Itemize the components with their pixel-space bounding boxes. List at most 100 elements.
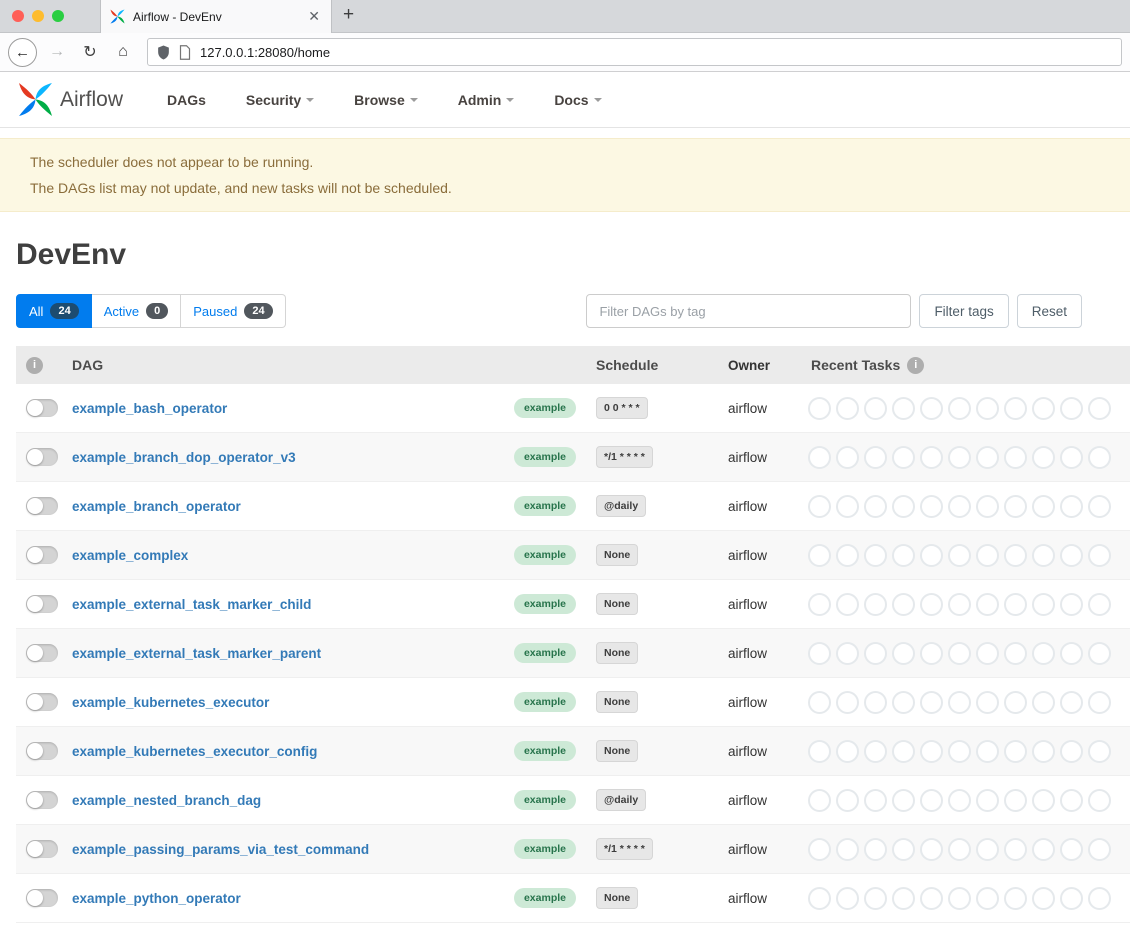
- task-state-circle[interactable]: [1088, 642, 1111, 665]
- task-state-circle[interactable]: [864, 691, 887, 714]
- filter-dags-by-tag-input[interactable]: [586, 294, 911, 328]
- task-state-circle[interactable]: [864, 544, 887, 567]
- dag-pause-toggle[interactable]: [26, 644, 58, 662]
- dag-link[interactable]: example_external_task_marker_child: [72, 597, 311, 612]
- task-state-circle[interactable]: [892, 789, 915, 812]
- task-state-circle[interactable]: [1032, 789, 1055, 812]
- task-state-circle[interactable]: [836, 838, 859, 861]
- task-state-circle[interactable]: [1088, 838, 1111, 861]
- task-state-circle[interactable]: [808, 593, 831, 616]
- task-state-circle[interactable]: [892, 838, 915, 861]
- dag-pause-toggle[interactable]: [26, 889, 58, 907]
- task-state-circle[interactable]: [836, 789, 859, 812]
- task-state-circle[interactable]: [864, 642, 887, 665]
- window-close-button[interactable]: [12, 10, 24, 22]
- task-state-circle[interactable]: [892, 691, 915, 714]
- task-state-circle[interactable]: [836, 446, 859, 469]
- task-state-circle[interactable]: [948, 446, 971, 469]
- dag-pause-toggle[interactable]: [26, 693, 58, 711]
- task-state-circle[interactable]: [1088, 446, 1111, 469]
- task-state-circle[interactable]: [1004, 642, 1027, 665]
- dag-pause-toggle[interactable]: [26, 399, 58, 417]
- task-state-circle[interactable]: [920, 887, 943, 910]
- task-state-circle[interactable]: [808, 495, 831, 518]
- filter-tab-all[interactable]: All 24: [16, 294, 92, 328]
- task-state-circle[interactable]: [920, 642, 943, 665]
- task-state-circle[interactable]: [948, 838, 971, 861]
- task-state-circle[interactable]: [976, 642, 999, 665]
- back-button[interactable]: ←: [8, 38, 37, 67]
- dag-tag-badge[interactable]: example: [514, 496, 576, 516]
- task-state-circle[interactable]: [836, 495, 859, 518]
- dag-tag-badge[interactable]: example: [514, 643, 576, 663]
- filter-tags-button[interactable]: Filter tags: [919, 294, 1008, 328]
- filter-tab-active[interactable]: Active 0: [92, 294, 182, 328]
- task-state-circle[interactable]: [976, 740, 999, 763]
- task-state-circle[interactable]: [976, 838, 999, 861]
- task-state-circle[interactable]: [948, 691, 971, 714]
- window-zoom-button[interactable]: [52, 10, 64, 22]
- dag-pause-toggle[interactable]: [26, 791, 58, 809]
- task-state-circle[interactable]: [1060, 691, 1083, 714]
- task-state-circle[interactable]: [892, 740, 915, 763]
- task-state-circle[interactable]: [1004, 789, 1027, 812]
- dag-tag-badge[interactable]: example: [514, 545, 576, 565]
- task-state-circle[interactable]: [1004, 397, 1027, 420]
- task-state-circle[interactable]: [1004, 544, 1027, 567]
- task-state-circle[interactable]: [864, 740, 887, 763]
- task-state-circle[interactable]: [920, 593, 943, 616]
- task-state-circle[interactable]: [1032, 691, 1055, 714]
- task-state-circle[interactable]: [808, 887, 831, 910]
- task-state-circle[interactable]: [892, 544, 915, 567]
- dag-link[interactable]: example_complex: [72, 548, 188, 563]
- task-state-circle[interactable]: [892, 887, 915, 910]
- task-state-circle[interactable]: [920, 446, 943, 469]
- task-state-circle[interactable]: [948, 544, 971, 567]
- home-button[interactable]: ⌂: [110, 43, 136, 61]
- task-state-circle[interactable]: [1032, 446, 1055, 469]
- task-state-circle[interactable]: [864, 789, 887, 812]
- dag-link[interactable]: example_kubernetes_executor_config: [72, 744, 317, 759]
- task-state-circle[interactable]: [920, 397, 943, 420]
- task-state-circle[interactable]: [836, 740, 859, 763]
- task-state-circle[interactable]: [864, 838, 887, 861]
- task-state-circle[interactable]: [976, 887, 999, 910]
- task-state-circle[interactable]: [976, 789, 999, 812]
- task-state-circle[interactable]: [1060, 397, 1083, 420]
- dag-pause-toggle[interactable]: [26, 742, 58, 760]
- dag-pause-toggle[interactable]: [26, 497, 58, 515]
- task-state-circle[interactable]: [1088, 740, 1111, 763]
- tab-close-icon[interactable]: ✕: [306, 8, 322, 25]
- task-state-circle[interactable]: [808, 446, 831, 469]
- task-state-circle[interactable]: [1060, 446, 1083, 469]
- task-state-circle[interactable]: [1032, 838, 1055, 861]
- task-state-circle[interactable]: [864, 397, 887, 420]
- task-state-circle[interactable]: [864, 446, 887, 469]
- nav-item-browse[interactable]: Browse: [354, 92, 418, 108]
- task-state-circle[interactable]: [864, 593, 887, 616]
- nav-item-docs[interactable]: Docs: [554, 92, 601, 108]
- task-state-circle[interactable]: [836, 642, 859, 665]
- task-state-circle[interactable]: [920, 740, 943, 763]
- nav-item-admin[interactable]: Admin: [458, 92, 515, 108]
- task-state-circle[interactable]: [1004, 495, 1027, 518]
- task-state-circle[interactable]: [892, 642, 915, 665]
- dag-link[interactable]: example_branch_operator: [72, 499, 241, 514]
- task-state-circle[interactable]: [1060, 887, 1083, 910]
- task-state-circle[interactable]: [808, 691, 831, 714]
- task-state-circle[interactable]: [808, 838, 831, 861]
- task-state-circle[interactable]: [1004, 838, 1027, 861]
- dag-link[interactable]: example_kubernetes_executor: [72, 695, 269, 710]
- airflow-brand[interactable]: Airflow: [18, 82, 123, 117]
- dag-link[interactable]: example_bash_operator: [72, 401, 227, 416]
- task-state-circle[interactable]: [864, 887, 887, 910]
- task-state-circle[interactable]: [1060, 495, 1083, 518]
- task-state-circle[interactable]: [864, 495, 887, 518]
- reload-button[interactable]: ↻: [77, 42, 103, 62]
- task-state-circle[interactable]: [808, 789, 831, 812]
- task-state-circle[interactable]: [1060, 593, 1083, 616]
- dag-link[interactable]: example_python_operator: [72, 891, 241, 906]
- dag-tag-badge[interactable]: example: [514, 741, 576, 761]
- task-state-circle[interactable]: [976, 495, 999, 518]
- task-state-circle[interactable]: [836, 691, 859, 714]
